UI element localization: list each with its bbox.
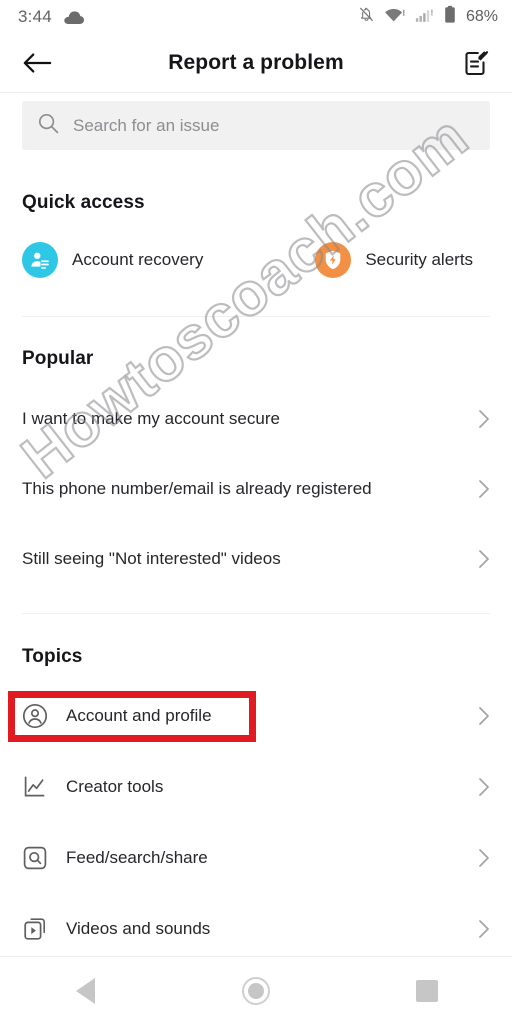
analytics-chart-icon [22,774,52,800]
quick-access-account-recovery[interactable]: Account recovery [22,242,203,278]
popular-row-1[interactable]: This phone number/email is already regis… [22,466,490,512]
page-title: Report a problem [168,51,344,74]
account-recovery-icon [22,242,58,278]
popular-heading: Popular [22,348,94,369]
cloud-icon [63,10,85,25]
battery-icon [444,5,456,29]
quick-access-label: Security alerts [365,250,474,269]
search-placeholder: Search for an issue [73,115,220,135]
chevron-right-icon [478,848,490,868]
chevron-right-icon [478,919,490,939]
section-divider [22,316,490,317]
wifi-icon [384,7,406,28]
popular-label: This phone number/email is already regis… [22,479,372,498]
chevron-right-icon [478,777,490,797]
status-bar: 3:44 68% [0,0,512,34]
phone-screen: 3:44 68% Report a problem Search for an … [0,0,512,1024]
status-icons: 68% [358,5,498,29]
topics-heading: Topics [22,646,83,667]
search-square-icon [22,845,52,871]
security-shield-icon [315,242,352,278]
quick-access-label: Account recovery [72,250,204,269]
chevron-right-icon [478,409,490,429]
quick-access-row: Account recovery Security alerts [22,242,490,278]
video-stack-icon [22,916,52,942]
chevron-right-icon [478,549,490,569]
chevron-right-icon [478,706,490,726]
topic-row-videos-and-sounds[interactable]: Videos and sounds [22,906,490,952]
popular-label: Still seeing "Not interested" videos [22,549,281,568]
status-time: 3:44 [18,7,52,26]
section-divider [22,613,490,614]
android-nav-bar [0,956,512,1024]
highlight-annotation-box [8,691,256,742]
popular-row-0[interactable]: I want to make my account secure [22,396,490,442]
bell-off-icon [358,6,375,28]
nav-back-icon[interactable] [40,957,130,1024]
topic-label: Videos and sounds [66,919,211,938]
popular-label: I want to make my account secure [22,409,280,428]
popular-row-2[interactable]: Still seeing "Not interested" videos [22,536,490,582]
quick-access-heading: Quick access [22,192,145,213]
cellular-signal-icon [415,7,435,28]
topic-label: Feed/search/share [66,848,208,867]
report-edit-icon[interactable] [462,49,490,77]
nav-home-icon[interactable] [211,957,301,1024]
topic-label: Creator tools [66,777,164,796]
quick-access-security-alerts[interactable]: Security alerts [315,242,473,278]
topic-row-creator-tools[interactable]: Creator tools [22,764,490,810]
nav-recents-icon[interactable] [382,957,472,1024]
chevron-right-icon [478,479,490,499]
topic-row-feed-search-share[interactable]: Feed/search/share [22,835,490,881]
app-header: Report a problem [0,34,512,92]
battery-percent: 68% [465,8,498,25]
search-icon [38,113,59,139]
back-button[interactable] [22,51,52,75]
header-divider [0,92,512,93]
search-input[interactable]: Search for an issue [22,101,490,150]
